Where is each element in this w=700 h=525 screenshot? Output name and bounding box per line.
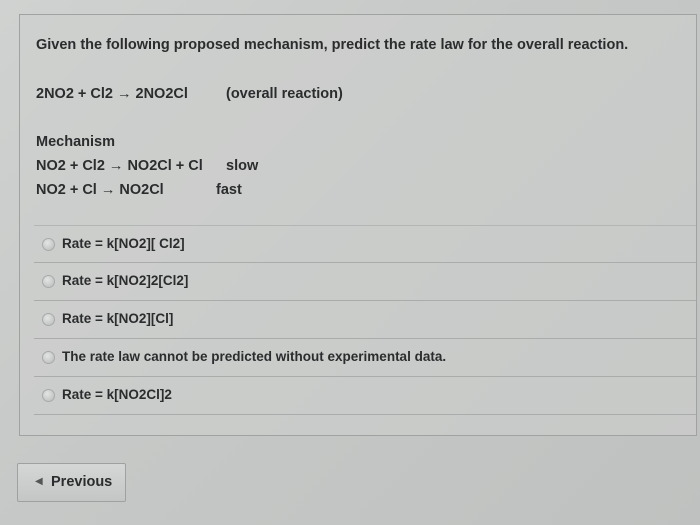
answer-option-label: Rate = k[NO2Cl]2: [62, 387, 172, 402]
mechanism-heading: Mechanism: [36, 134, 115, 150]
answer-option[interactable]: Rate = k[NO2][ Cl2]: [34, 225, 696, 263]
mechanism-step-1: NO2 + Cl2 → NO2Cl + Cl: [36, 158, 203, 174]
question-prompt: Given the following proposed mechanism, …: [36, 37, 629, 53]
previous-button[interactable]: ◀ Previous: [17, 463, 126, 502]
answer-option-label: Rate = k[NO2][Cl]: [62, 311, 174, 326]
radio-button[interactable]: [42, 313, 55, 326]
chevron-left-icon: ◀: [35, 476, 43, 487]
previous-button-label: Previous: [51, 474, 113, 490]
overall-equation: 2NO2 + Cl2 → 2NO2Cl: [36, 86, 188, 102]
radio-button[interactable]: [42, 351, 55, 364]
answer-option[interactable]: Rate = k[NO2Cl]2: [34, 377, 696, 415]
mechanism-step-2-speed: fast: [216, 182, 242, 198]
overall-note: (overall reaction): [226, 86, 343, 102]
answer-option-label: Rate = k[NO2]2[Cl2]: [62, 273, 189, 288]
answer-option-label: Rate = k[NO2][ Cl2]: [62, 236, 185, 251]
answer-option[interactable]: Rate = k[NO2][Cl]: [34, 301, 696, 339]
radio-button[interactable]: [42, 389, 55, 402]
answer-option[interactable]: Rate = k[NO2]2[Cl2]: [34, 263, 696, 301]
radio-button[interactable]: [42, 238, 55, 251]
mechanism-step-2: NO2 + Cl → NO2Cl: [36, 182, 164, 198]
answer-option[interactable]: The rate law cannot be predicted without…: [34, 339, 696, 377]
mechanism-step-1-speed: slow: [226, 158, 259, 174]
radio-button[interactable]: [42, 275, 55, 288]
answer-option-label: The rate law cannot be predicted without…: [62, 349, 447, 364]
